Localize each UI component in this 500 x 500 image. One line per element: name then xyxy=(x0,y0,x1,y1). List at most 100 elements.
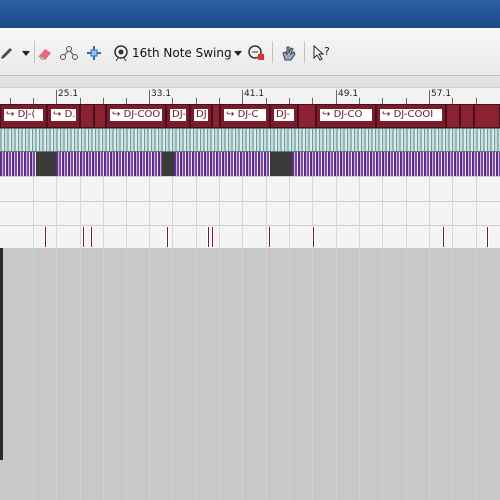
gridline xyxy=(336,248,337,500)
gridline xyxy=(33,177,34,249)
clip[interactable] xyxy=(298,104,316,128)
marker[interactable] xyxy=(442,227,445,247)
gridline xyxy=(312,248,313,500)
eraser-icon[interactable] xyxy=(37,44,53,62)
audio-clip[interactable] xyxy=(56,152,162,176)
clip[interactable]: DJ- xyxy=(166,104,190,128)
audio-track-cyan[interactable] xyxy=(0,128,500,152)
gridline xyxy=(242,248,243,500)
clip-title: DJ xyxy=(193,108,209,122)
ruler-tick xyxy=(56,90,57,104)
pencil-icon[interactable] xyxy=(0,44,14,62)
gridline xyxy=(289,177,290,249)
gridline xyxy=(266,177,267,249)
clip[interactable]: ↪ DJ-C xyxy=(220,104,270,128)
clip-title: ↪ DJ-C xyxy=(223,108,267,122)
toolbar-separator xyxy=(272,41,273,63)
gridline xyxy=(382,177,383,249)
ruler-tick xyxy=(429,90,430,104)
clip[interactable]: ↪ DJ-( xyxy=(0,104,47,128)
gridline xyxy=(289,248,290,500)
clip[interactable] xyxy=(460,104,474,128)
ruler-label: 57.1 xyxy=(431,89,452,99)
left-panel-edge xyxy=(0,248,3,460)
clip[interactable]: ↪ DJ-CO xyxy=(316,104,376,128)
snap-icon[interactable] xyxy=(246,44,266,62)
audio-clip[interactable] xyxy=(292,152,500,176)
empty-track-area[interactable] xyxy=(0,248,500,500)
clip[interactable]: DJ xyxy=(190,104,212,128)
automation-grid[interactable] xyxy=(0,176,500,249)
marker[interactable] xyxy=(82,227,85,247)
clip[interactable] xyxy=(94,104,106,128)
marker[interactable] xyxy=(90,227,93,247)
clip[interactable] xyxy=(80,104,94,128)
gridline xyxy=(406,248,407,500)
clip[interactable] xyxy=(212,104,220,128)
help-pointer-icon[interactable]: ? xyxy=(312,44,332,62)
ruler-label: 33.1 xyxy=(151,89,172,99)
gridline xyxy=(172,248,173,500)
marker[interactable] xyxy=(486,227,489,247)
clip-title: ↪ D... xyxy=(50,108,77,122)
gridline xyxy=(429,177,430,249)
dropdown-arrow-icon[interactable] xyxy=(20,44,32,62)
gridline xyxy=(452,177,453,249)
clip-title: ↪ DJ-( xyxy=(3,108,44,122)
swing-icon[interactable] xyxy=(112,44,130,62)
gridline xyxy=(406,177,407,249)
gridline xyxy=(149,177,150,249)
grid-hline xyxy=(0,225,500,226)
svg-text:?: ? xyxy=(324,45,330,58)
gridline xyxy=(452,248,453,500)
node-path-icon[interactable] xyxy=(60,44,78,62)
hand-icon[interactable] xyxy=(280,44,298,62)
gridline xyxy=(219,177,220,249)
clip-title: DJ- xyxy=(169,108,187,122)
gridline xyxy=(476,248,477,500)
audio-clip[interactable] xyxy=(0,152,36,176)
clip[interactable]: ↪ D... xyxy=(47,104,80,128)
marker[interactable] xyxy=(211,227,214,247)
toolbar-separator xyxy=(34,41,35,63)
clip[interactable]: ↪ DJ-COOI xyxy=(376,104,446,128)
ruler-tick xyxy=(149,90,150,104)
gridline xyxy=(56,248,57,500)
toolbar-bottom-strip xyxy=(0,76,500,88)
gridline xyxy=(80,177,81,249)
swing-dropdown-arrow-icon[interactable] xyxy=(232,44,244,62)
audio-gap xyxy=(162,152,174,176)
audio-track-purple[interactable] xyxy=(0,152,500,176)
gridline xyxy=(56,177,57,249)
gridline xyxy=(149,248,150,500)
clip[interactable]: DJ- xyxy=(270,104,298,128)
gridline xyxy=(172,177,173,249)
ruler-tick xyxy=(242,90,243,104)
gridline xyxy=(196,177,197,249)
marker[interactable] xyxy=(268,227,271,247)
marker[interactable] xyxy=(207,227,210,247)
gridline xyxy=(266,248,267,500)
audio-clip[interactable] xyxy=(174,152,270,176)
gridline xyxy=(336,177,337,249)
gridline xyxy=(126,248,127,500)
timeline-ruler[interactable]: 25.1 33.1 41.1 49.1 57.1 xyxy=(0,88,500,104)
marker[interactable] xyxy=(44,227,47,247)
clip-title: DJ- xyxy=(273,108,295,122)
gridline xyxy=(476,177,477,249)
crosshair-icon[interactable] xyxy=(86,44,102,62)
toolbar-separator xyxy=(304,41,305,63)
gridline xyxy=(359,177,360,249)
swing-mode-label[interactable]: 16th Note Swing xyxy=(132,45,232,61)
gridline xyxy=(126,177,127,249)
marker[interactable] xyxy=(166,227,169,247)
window-titlebar xyxy=(0,0,500,28)
clip[interactable] xyxy=(446,104,460,128)
gridline xyxy=(33,248,34,500)
gridline xyxy=(219,248,220,500)
clip[interactable] xyxy=(474,104,500,128)
marker[interactable] xyxy=(312,227,315,247)
clip-title: ↪ DJ-COO xyxy=(109,108,163,122)
clip[interactable]: ↪ DJ-COO xyxy=(106,104,166,128)
gridline xyxy=(80,248,81,500)
